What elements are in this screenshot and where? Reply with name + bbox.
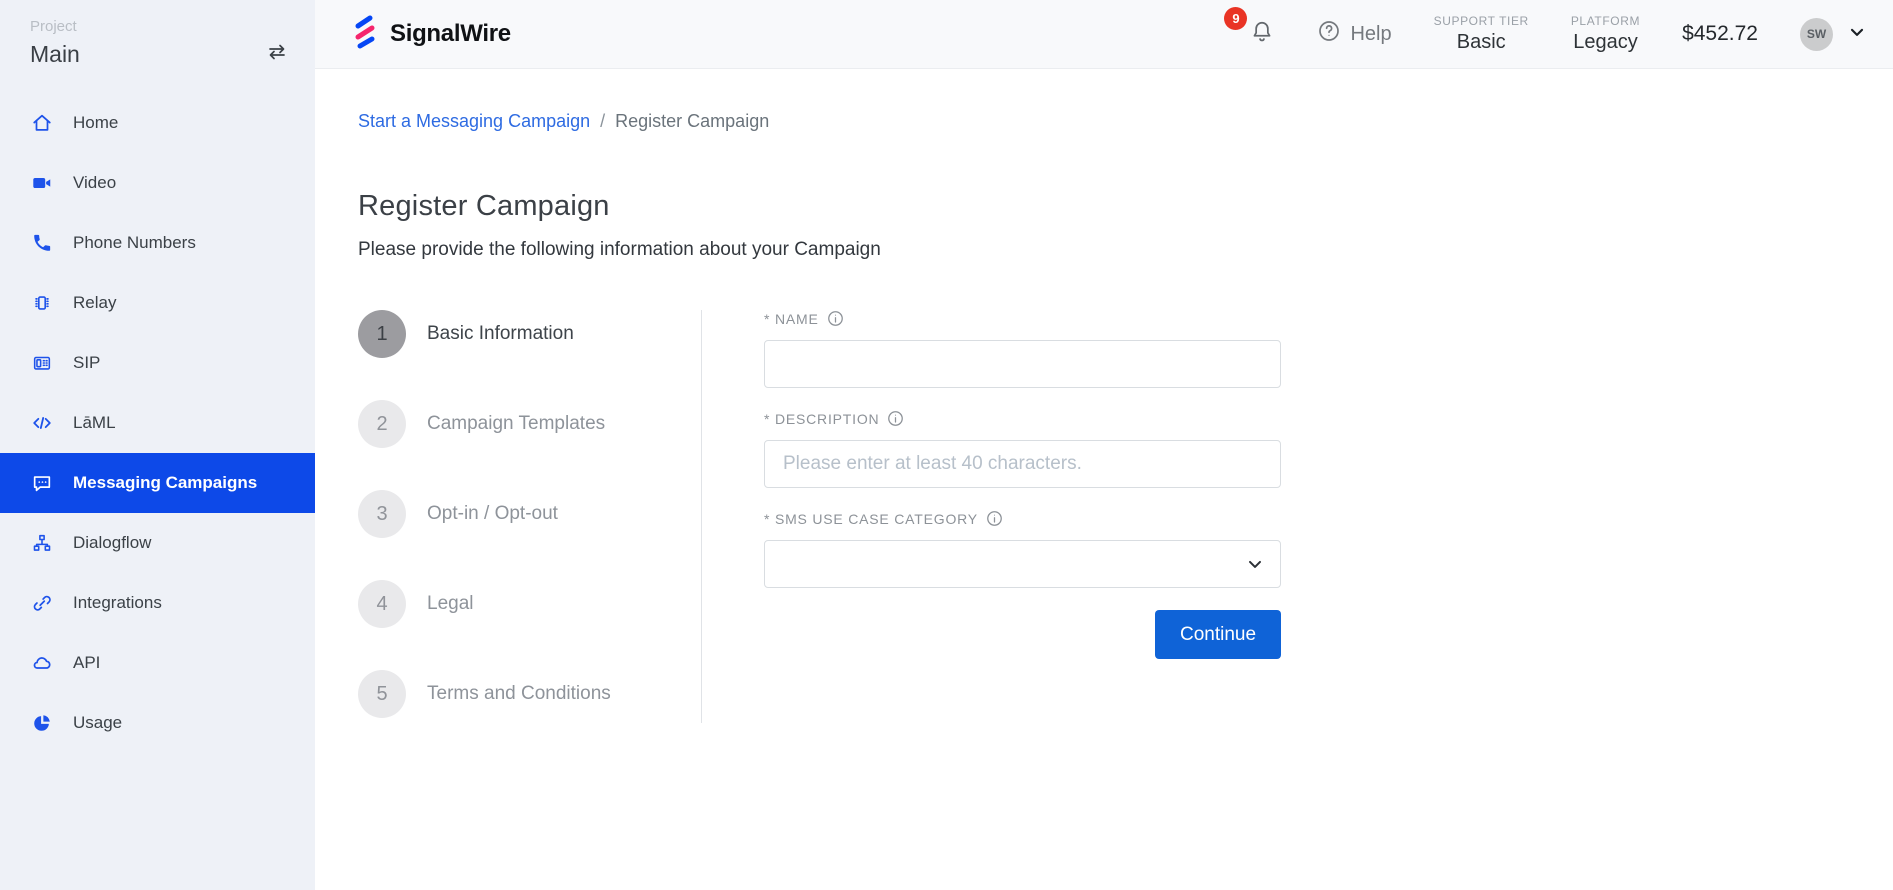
sidebar-item-api[interactable]: API xyxy=(0,633,315,693)
link-icon xyxy=(30,591,54,615)
project-switcher: Project Main xyxy=(0,0,315,69)
signalwire-logo-mark-icon xyxy=(348,13,382,56)
continue-button[interactable]: Continue xyxy=(1155,610,1281,659)
sidebar-item-integrations[interactable]: Integrations xyxy=(0,573,315,633)
breadcrumb-separator: / xyxy=(600,111,605,132)
step-opt-in-opt-out[interactable]: 3 Opt-in / Opt-out xyxy=(358,490,701,538)
info-circle-icon[interactable] xyxy=(887,410,904,427)
help-circle-icon xyxy=(1317,19,1341,49)
sidebar-item-label: Integrations xyxy=(73,593,162,613)
help-button[interactable]: Help xyxy=(1317,19,1391,49)
video-camera-icon xyxy=(30,171,54,195)
notification-badge: 9 xyxy=(1224,7,1247,30)
page-title: Register Campaign xyxy=(358,190,1893,223)
account-balance[interactable]: $452.72 xyxy=(1682,22,1758,46)
breadcrumb-current: Register Campaign xyxy=(615,111,769,132)
step-label: Legal xyxy=(427,593,474,615)
breadcrumb: Start a Messaging Campaign / Register Ca… xyxy=(358,111,1893,132)
signalwire-wordmark: SignalWire xyxy=(390,20,511,48)
sidebar-item-home[interactable]: Home xyxy=(0,93,315,153)
code-icon xyxy=(30,411,54,435)
sidebar-item-label: API xyxy=(73,653,100,673)
step-number: 4 xyxy=(358,580,406,628)
sidebar-nav: Home Video Phone Numbers Relay SIP xyxy=(0,93,315,753)
notifications-button[interactable]: 9 xyxy=(1249,19,1275,50)
sms-use-case-category-select[interactable] xyxy=(764,540,1281,588)
sidebar-item-label: Home xyxy=(73,113,118,133)
pie-chart-icon xyxy=(30,711,54,735)
platform-block: PLATFORM Legacy xyxy=(1571,14,1640,54)
step-legal[interactable]: 4 Legal xyxy=(358,580,701,628)
platform-label: PLATFORM xyxy=(1571,14,1640,28)
sidebar-item-label: LāML xyxy=(73,413,116,433)
sidebar-item-video[interactable]: Video xyxy=(0,153,315,213)
avatar: SW xyxy=(1800,18,1833,51)
step-number: 3 xyxy=(358,490,406,538)
bell-icon xyxy=(1249,19,1275,50)
chevron-down-icon xyxy=(1847,22,1867,47)
sidebar-item-sip[interactable]: SIP xyxy=(0,333,315,393)
swap-arrows-icon[interactable] xyxy=(265,40,289,69)
signalwire-logo[interactable]: SignalWire xyxy=(348,13,511,56)
sidebar-item-dialogflow[interactable]: Dialogflow xyxy=(0,513,315,573)
stepper: 1 Basic Information 2 Campaign Templates… xyxy=(358,310,701,760)
description-label: * DESCRIPTION xyxy=(764,410,1302,427)
step-label: Opt-in / Opt-out xyxy=(427,503,558,525)
campaign-form: * NAME * DESCRIPTION * SMS xyxy=(702,310,1302,760)
step-campaign-templates[interactable]: 2 Campaign Templates xyxy=(358,400,701,448)
home-icon xyxy=(30,111,54,135)
sidebar-item-label: Messaging Campaigns xyxy=(73,473,257,493)
topbar: SignalWire 9 Help SUPPORT TIER Basic PLA… xyxy=(315,0,1893,69)
chat-bubble-icon xyxy=(30,471,54,495)
sms-use-case-category-label: * SMS USE CASE CATEGORY xyxy=(764,510,1302,527)
step-number: 2 xyxy=(358,400,406,448)
chip-icon xyxy=(30,291,54,315)
step-terms-and-conditions[interactable]: 5 Terms and Conditions xyxy=(358,670,701,718)
sidebar-item-usage[interactable]: Usage xyxy=(0,693,315,753)
sidebar: Project Main Home Video Phon xyxy=(0,0,315,890)
info-circle-icon[interactable] xyxy=(986,510,1003,527)
info-circle-icon[interactable] xyxy=(827,310,844,327)
support-tier-label: SUPPORT TIER xyxy=(1434,14,1529,28)
step-number: 1 xyxy=(358,310,406,358)
support-tier-block: SUPPORT TIER Basic xyxy=(1434,14,1529,54)
desk-phone-icon xyxy=(30,351,54,375)
step-number: 5 xyxy=(358,670,406,718)
step-label: Basic Information xyxy=(427,323,574,345)
page-subtitle: Please provide the following information… xyxy=(358,239,1893,261)
help-label: Help xyxy=(1350,23,1391,46)
sidebar-item-label: SIP xyxy=(73,353,100,373)
description-input[interactable] xyxy=(764,440,1281,488)
sidebar-item-label: Dialogflow xyxy=(73,533,151,553)
main-content: Start a Messaging Campaign / Register Ca… xyxy=(315,69,1893,890)
phone-icon xyxy=(30,231,54,255)
sidebar-item-phone-numbers[interactable]: Phone Numbers xyxy=(0,213,315,273)
cloud-icon xyxy=(30,651,54,675)
sidebar-item-label: Usage xyxy=(73,713,122,733)
step-label: Terms and Conditions xyxy=(427,683,611,705)
name-input[interactable] xyxy=(764,340,1281,388)
sidebar-item-laml[interactable]: LāML xyxy=(0,393,315,453)
sidebar-item-relay[interactable]: Relay xyxy=(0,273,315,333)
step-label: Campaign Templates xyxy=(427,413,605,435)
support-tier-value: Basic xyxy=(1434,31,1529,54)
project-name: Main xyxy=(30,41,265,68)
flow-nodes-icon xyxy=(30,531,54,555)
sidebar-item-label: Video xyxy=(73,173,116,193)
project-label: Project xyxy=(30,18,265,35)
account-menu[interactable]: SW xyxy=(1800,18,1867,51)
sidebar-item-label: Relay xyxy=(73,293,116,313)
step-basic-information[interactable]: 1 Basic Information xyxy=(358,310,701,358)
sidebar-item-label: Phone Numbers xyxy=(73,233,196,253)
breadcrumb-link-start-messaging-campaign[interactable]: Start a Messaging Campaign xyxy=(358,111,590,132)
platform-value: Legacy xyxy=(1571,31,1640,54)
name-label: * NAME xyxy=(764,310,1302,327)
sidebar-item-messaging-campaigns[interactable]: Messaging Campaigns xyxy=(0,453,315,513)
